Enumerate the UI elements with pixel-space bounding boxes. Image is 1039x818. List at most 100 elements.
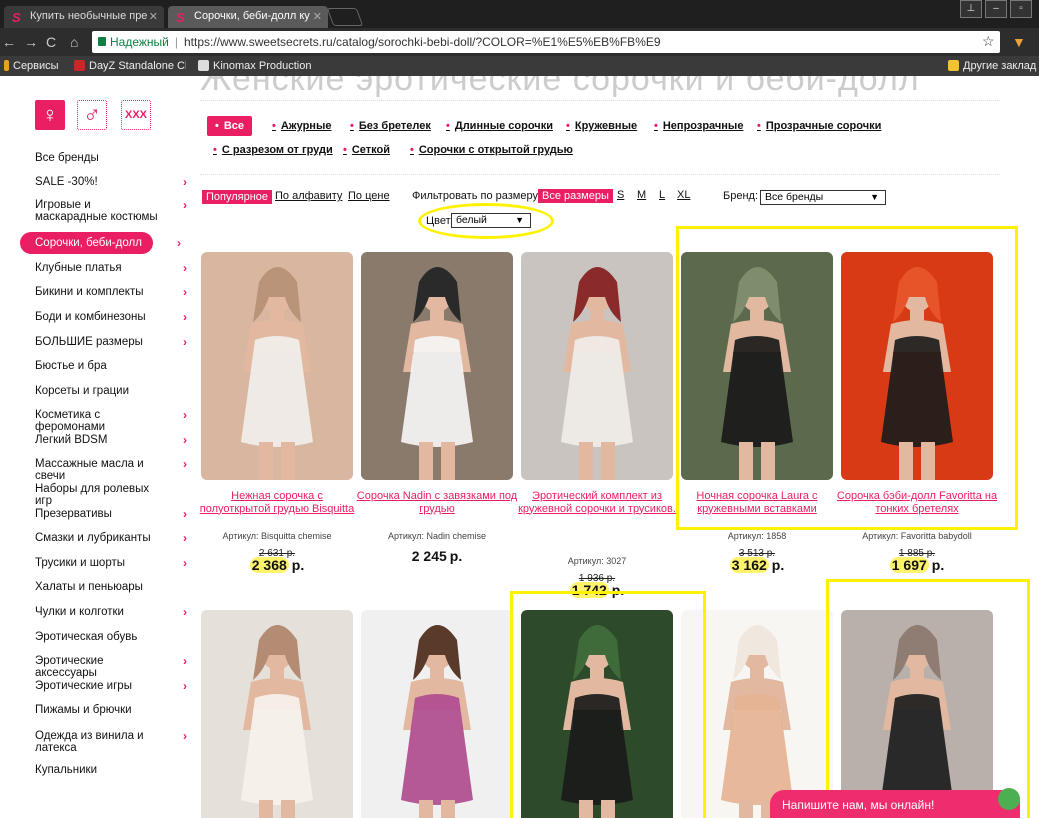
category-link[interactable]: • Длинные сорочки [446,120,553,132]
size-all[interactable]: Все размеры [538,189,613,203]
bookmark-kinomax[interactable]: Kinomax Production [198,60,311,72]
sidebar-item-label: Пижамы и брючки [35,704,132,716]
category-link[interactable]: • Все [207,116,253,136]
apps-icon [4,60,9,71]
back-icon[interactable]: ← [2,34,16,50]
sidebar-item[interactable]: Косметика с феромонами › [35,409,195,433]
forward-icon[interactable]: → [24,34,38,50]
sidebar-item[interactable]: Чулки и колготки › [35,606,195,618]
sort-alphabet[interactable]: По алфавиту [275,190,342,202]
product-price: 2 368 р. [249,557,305,573]
male-button[interactable]: ♂ [77,100,107,130]
highlight-box [510,591,706,818]
sidebar-item[interactable]: Одежда из винила и латекса › [35,730,195,754]
bookmark-apps[interactable]: Сервисы [4,60,59,72]
chevron-right-icon: › [183,654,187,668]
maximize-icon[interactable]: ▫ [1010,0,1032,18]
extension-icon[interactable]: ▼ [1012,34,1026,50]
product-image[interactable] [521,252,673,480]
product-name[interactable]: Эротический комплект из кружевной сорочк… [515,490,679,515]
size-xl[interactable]: XL [677,189,690,201]
sidebar-item[interactable]: Трусики и шорты › [35,557,195,569]
sidebar-item[interactable]: Эротические игры › [35,680,195,692]
sidebar-item-label: Халаты и пеньюары [35,581,143,593]
highlight-box [676,226,1018,530]
product-name[interactable]: Нежная сорочка с полуоткрытой грудью Bis… [195,490,359,515]
bookmark-star-icon[interactable]: ☆ [982,33,995,50]
browser-tabbar: S Купить необычные пре ✕ S Сорочки, беби… [0,0,1039,28]
category-link[interactable]: • Без бретелек [350,120,431,132]
close-icon[interactable]: ✕ [313,10,322,23]
chevron-right-icon: › [183,175,187,189]
sidebar-item[interactable]: Корсеты и грации [35,385,195,397]
brand-label: Бренд: [723,190,759,202]
size-l[interactable]: L [659,189,665,201]
sort-price[interactable]: По цене [348,190,390,202]
browser-tab-2[interactable]: S Сорочки, беби-долл ку ✕ [168,6,328,28]
bullet-icon: • [654,120,658,132]
kinomax-icon [198,60,209,71]
sidebar-item[interactable]: Наборы для ролевых игр [35,483,195,507]
sidebar-item[interactable]: Купальники [35,764,195,776]
highlight-box [826,579,1030,818]
bullet-icon: • [410,144,414,156]
sidebar-item[interactable]: Боди и комбинезоны › [35,311,195,323]
sidebar-item[interactable]: Халаты и пеньюары [35,581,195,593]
female-button[interactable]: ♀ [35,100,65,130]
other-bookmarks[interactable]: Другие заклад [948,60,1036,72]
chevron-right-icon: › [183,507,187,521]
minimize-icon[interactable]: – [985,0,1007,18]
sidebar-item[interactable]: Эротическая обувь [35,631,195,643]
chevron-right-icon: › [183,310,187,324]
sidebar-item[interactable]: SALE -30%! › [35,176,195,188]
product-image[interactable] [361,610,513,818]
product-price: 2 245 р. [411,548,463,564]
brand-select[interactable]: Все бренды ▼ [760,190,886,205]
category-link[interactable]: • С разрезом от груди [213,144,333,156]
sidebar-item[interactable]: БОЛЬШИЕ размеры › [35,336,195,348]
category-link[interactable]: • Ажурные [272,120,331,132]
sidebar-item-label: Бикини и комплекты [35,286,144,298]
chat-widget[interactable]: Напишите нам, мы онлайн! [770,788,1020,818]
category-link[interactable]: • Непрозрачные [654,120,743,132]
sidebar-item[interactable]: Легкий BDSM › [35,434,195,446]
chevron-right-icon: › [183,408,187,422]
sidebar-item[interactable]: Массажные масла и свечи › [35,458,195,482]
reload-icon[interactable]: C [46,34,56,50]
sidebar-item[interactable]: Сорочки, беби-долл › [20,232,181,254]
product-image[interactable] [201,252,353,480]
product-image[interactable] [361,252,513,480]
sort-popular[interactable]: Популярное [202,190,273,204]
sidebar-item[interactable]: Пижамы и брючки [35,704,195,716]
sidebar-item[interactable]: Клубные платья › [35,262,195,274]
bookmark-dayz[interactable]: DayZ Standalone Che [74,60,186,72]
sidebar-item-label: БОЛЬШИЕ размеры [35,336,143,348]
size-m[interactable]: M [637,189,646,201]
sidebar-item[interactable]: Смазки и лубриканты › [35,532,195,544]
sidebar-item-label: Эротические игры [35,680,132,692]
divider [200,174,1000,175]
sidebar-item[interactable]: Презервативы › [35,508,195,520]
size-s[interactable]: S [617,189,624,201]
category-link[interactable]: • Прозрачные сорочки [757,120,881,132]
product-price: 3 162 р. [729,557,785,573]
browser-tab-1[interactable]: S Купить необычные пре ✕ [4,6,164,28]
category-link[interactable]: • Сорочки с открытой грудью [410,144,573,156]
sidebar-item[interactable]: Бюстье и бра [35,360,195,372]
url-field[interactable]: Надежный | https://www.sweetsecrets.ru/cat… [92,31,1000,53]
sidebar-item[interactable]: Эротические аксессуары › [35,655,195,679]
chevron-right-icon: › [183,457,187,471]
sidebar-item[interactable]: Игровые и маскарадные костюмы › [35,199,195,223]
sidebar-item[interactable]: Все бренды [35,152,195,164]
chevron-right-icon: › [183,605,187,619]
category-link[interactable]: • Сеткой [343,144,390,156]
new-tab-button[interactable] [326,8,364,26]
xxx-button[interactable]: XXX [121,100,151,130]
category-link[interactable]: • Кружевные [566,120,637,132]
sidebar-item[interactable]: Бикини и комплекты › [35,286,195,298]
product-name[interactable]: Сорочка Nadin с завязками под грудью [355,490,519,515]
user-icon[interactable]: ⊥ [960,0,982,18]
close-icon[interactable]: ✕ [149,10,158,23]
product-image[interactable] [201,610,353,818]
home-icon[interactable]: ⌂ [70,34,78,50]
